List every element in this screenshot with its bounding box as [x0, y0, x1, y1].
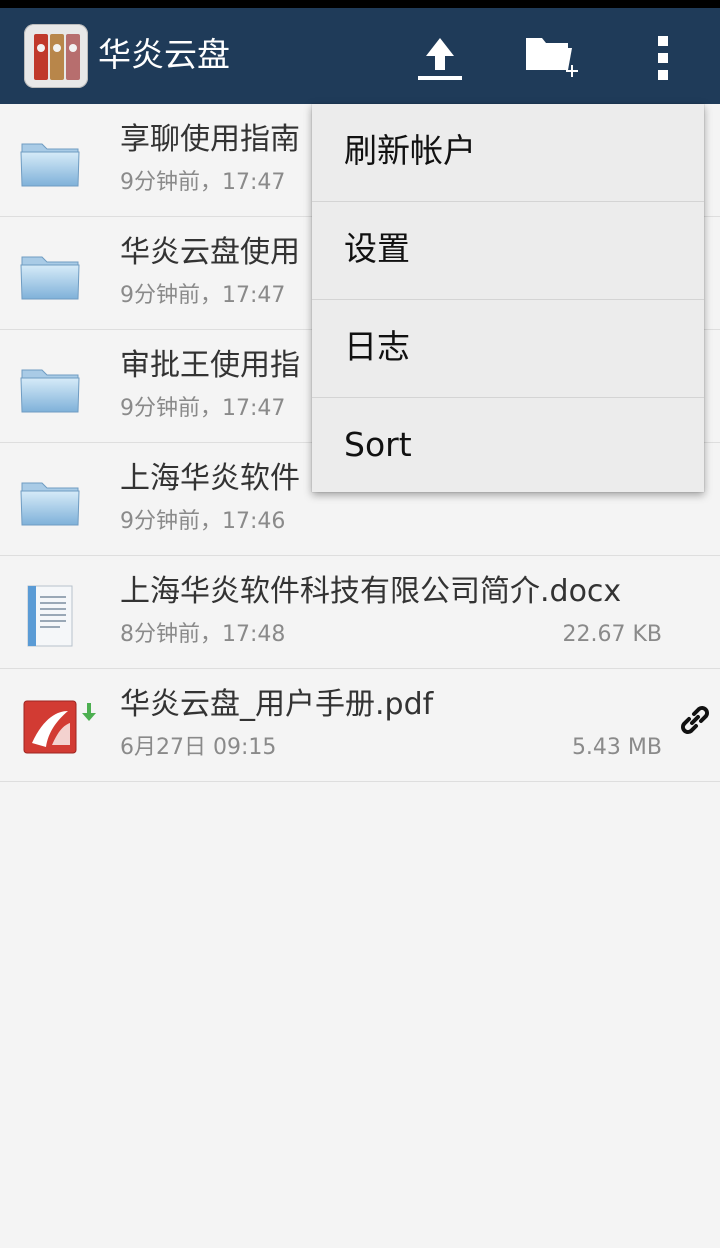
- app-bar: 华炎云盘: [0, 8, 720, 104]
- file-meta: 9分钟前，17:46: [120, 509, 286, 534]
- folder-icon: [18, 358, 82, 422]
- menu-item-sort[interactable]: Sort: [312, 398, 704, 495]
- app-logo-icon: [24, 24, 88, 88]
- overflow-menu-icon[interactable]: [632, 26, 696, 90]
- menu-item-label: 日志: [344, 327, 410, 366]
- app-title: 华炎云盘: [98, 35, 230, 74]
- file-meta: 9分钟前，17:47: [120, 283, 286, 308]
- menu-item-refresh-account[interactable]: 刷新帐户: [312, 104, 704, 202]
- status-bar: [0, 0, 720, 8]
- file-size: 5.43 MB: [571, 735, 662, 760]
- menu-item-label: 刷新帐户: [344, 131, 476, 170]
- new-folder-icon[interactable]: [518, 26, 582, 90]
- document-icon: [18, 584, 82, 648]
- file-name: 上海华炎软件: [120, 461, 300, 496]
- file-size: 22.67 KB: [562, 622, 663, 647]
- file-name: 上海华炎软件科技有限公司简介.docx: [120, 574, 622, 609]
- file-name: 享聊使用指南: [120, 122, 300, 157]
- menu-item-label: 设置: [344, 229, 410, 268]
- list-item[interactable]: 华炎云盘_用户手册.pdf 6月27日 09:15 5.43 MB: [0, 669, 720, 782]
- menu-item-settings[interactable]: 设置: [312, 202, 704, 300]
- folder-icon: [18, 245, 82, 309]
- upload-icon[interactable]: [408, 26, 472, 90]
- file-meta: 6月27日 09:15: [120, 735, 277, 760]
- file-name: 华炎云盘_用户手册.pdf: [120, 687, 434, 722]
- file-meta: 9分钟前，17:47: [120, 170, 286, 195]
- file-name: 审批王使用指: [120, 348, 300, 383]
- overflow-menu: 刷新帐户 设置 日志 Sort: [312, 104, 704, 492]
- list-item[interactable]: 上海华炎软件科技有限公司简介.docx 8分钟前，17:48 22.67 KB: [0, 556, 720, 669]
- file-name: 华炎云盘使用: [120, 235, 300, 270]
- file-meta: 9分钟前，17:47: [120, 396, 286, 421]
- menu-item-log[interactable]: 日志: [312, 300, 704, 398]
- link-icon[interactable]: [676, 701, 714, 739]
- folder-icon: [18, 132, 82, 196]
- menu-item-label: Sort: [344, 425, 412, 464]
- pdf-icon: [18, 697, 96, 761]
- file-meta: 8分钟前，17:48: [120, 622, 286, 647]
- folder-icon: [18, 471, 82, 535]
